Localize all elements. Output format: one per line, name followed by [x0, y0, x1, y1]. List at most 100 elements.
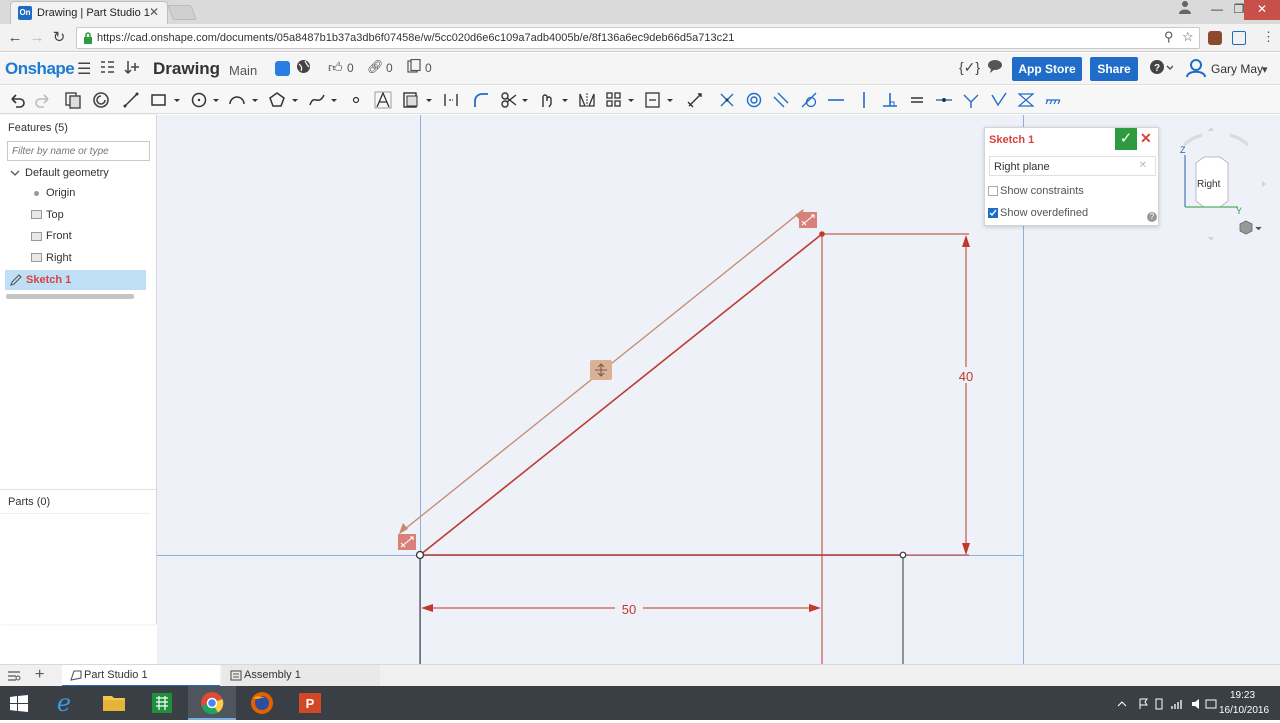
- clock-date[interactable]: 16/10/2016: [1219, 705, 1269, 716]
- circle-dropdown-icon[interactable]: [211, 91, 221, 109]
- equal-icon[interactable]: [908, 91, 926, 109]
- transform-tool-icon[interactable]: [644, 91, 662, 109]
- profile-icon[interactable]: [1172, 0, 1198, 20]
- globe-icon[interactable]: [296, 59, 311, 79]
- battery-icon[interactable]: [1155, 698, 1163, 710]
- default-geometry-folder[interactable]: Default geometry: [25, 167, 109, 179]
- sketch-plane-field[interactable]: Right plane ✕: [989, 156, 1156, 176]
- tab-part-studio-1[interactable]: Part Studio 1: [62, 665, 220, 687]
- user-avatar-icon[interactable]: [1186, 59, 1206, 82]
- feature-panel-scrollbar[interactable]: [6, 294, 134, 299]
- dialog-help-icon[interactable]: ?: [1147, 212, 1157, 222]
- paste-sketch-icon[interactable]: [92, 91, 110, 109]
- user-menu-chevron-icon[interactable]: ▾: [1262, 63, 1268, 76]
- cancel-x-icon[interactable]: ✕: [1140, 130, 1152, 147]
- link-icon[interactable]: 🔗︎: [367, 59, 384, 75]
- pattern-tool-icon[interactable]: [605, 91, 623, 109]
- midpoint-icon[interactable]: [935, 91, 953, 109]
- browser-tab[interactable]: On Drawing | Part Studio 1 ✕: [10, 1, 168, 24]
- polygon-dropdown-icon[interactable]: [290, 91, 300, 109]
- clock-time[interactable]: 19:23: [1230, 690, 1255, 701]
- pierce-icon[interactable]: [990, 91, 1008, 109]
- accept-check-icon[interactable]: ✓: [1115, 128, 1137, 150]
- undo-icon[interactable]: [8, 91, 26, 109]
- sketch-hypotenuse[interactable]: [419, 233, 823, 556]
- hamburger-menu-icon[interactable]: ☰: [77, 59, 91, 79]
- parallel-icon[interactable]: [772, 91, 790, 109]
- arc-dropdown-icon[interactable]: [250, 91, 260, 109]
- feature-sketch-1[interactable]: Sketch 1: [5, 270, 146, 290]
- pin-icon[interactable]: ⚲: [1164, 29, 1174, 45]
- windows-start-icon[interactable]: [10, 695, 28, 712]
- vertical-icon[interactable]: [855, 91, 873, 109]
- add-element-icon[interactable]: +: [35, 666, 44, 684]
- symmetric-icon[interactable]: [1017, 91, 1035, 109]
- rectangle-dropdown-icon[interactable]: [172, 91, 182, 109]
- insert-dropdown-icon[interactable]: [424, 91, 434, 109]
- coincident-icon[interactable]: [718, 91, 736, 109]
- firefox-icon[interactable]: [238, 686, 286, 720]
- vertex-point-right[interactable]: [899, 551, 907, 559]
- transform-dropdown-icon[interactable]: [665, 91, 675, 109]
- back-icon[interactable]: ←: [6, 29, 24, 47]
- horizontal-icon[interactable]: [827, 91, 845, 109]
- menu-kebab-icon[interactable]: ⋮: [1262, 29, 1275, 45]
- tab-close-icon[interactable]: ✕: [149, 5, 159, 19]
- branch-name[interactable]: Main: [229, 63, 257, 78]
- text-tool-icon[interactable]: [374, 91, 392, 109]
- keyboard-icon[interactable]: [1205, 699, 1217, 709]
- powerpoint-icon[interactable]: P: [286, 686, 334, 720]
- construction-icon[interactable]: [442, 91, 460, 109]
- feature-list-icon[interactable]: [99, 59, 115, 80]
- vertex-point-top[interactable]: [819, 231, 825, 237]
- version-graph-icon[interactable]: [275, 61, 290, 76]
- circle-tool-icon[interactable]: [190, 91, 208, 109]
- store-icon[interactable]: [138, 686, 186, 720]
- line-tool-icon[interactable]: [122, 91, 140, 109]
- tangent-icon[interactable]: [800, 91, 818, 109]
- polygon-tool-icon[interactable]: [268, 91, 286, 109]
- new-tab-button[interactable]: [167, 5, 197, 20]
- point-tool-icon[interactable]: [347, 91, 365, 109]
- perpendicular-icon[interactable]: [881, 91, 899, 109]
- share-button[interactable]: Share: [1090, 57, 1138, 81]
- feature-front[interactable]: Front: [46, 230, 72, 242]
- extension-camera-icon[interactable]: [1208, 31, 1222, 45]
- trim-dropdown-icon[interactable]: [520, 91, 530, 109]
- default-geometry-chevron-icon[interactable]: [10, 168, 20, 181]
- user-name[interactable]: Gary May: [1211, 62, 1263, 76]
- forward-icon[interactable]: →: [28, 29, 46, 47]
- normal-icon[interactable]: [962, 91, 980, 109]
- feature-right[interactable]: Right: [46, 252, 72, 264]
- like-icon[interactable]: 👍︎: [328, 59, 343, 76]
- dimension-horizontal-value[interactable]: 50: [622, 602, 636, 617]
- fix-icon[interactable]: [1044, 91, 1062, 109]
- dimension-vertical-value[interactable]: 40: [959, 369, 973, 384]
- view-cube[interactable]: Z Y: [1162, 125, 1272, 255]
- spline-tool-icon[interactable]: [308, 91, 326, 109]
- redo-icon[interactable]: [34, 91, 52, 109]
- action-center-flag-icon[interactable]: [1139, 698, 1148, 709]
- extension-pc-icon[interactable]: [1232, 31, 1246, 45]
- dimension-tool-icon[interactable]: [686, 91, 704, 109]
- feature-origin[interactable]: Origin: [46, 187, 75, 199]
- tab-assembly-1[interactable]: Assembly 1: [222, 665, 380, 687]
- onshape-logo[interactable]: Onshape: [5, 59, 75, 79]
- reload-icon[interactable]: ↻: [50, 29, 68, 47]
- app-store-button[interactable]: App Store: [1012, 57, 1082, 81]
- origin-point[interactable]: [415, 550, 425, 560]
- concentric-icon[interactable]: [745, 91, 763, 109]
- clear-plane-icon[interactable]: ✕: [1139, 160, 1147, 171]
- file-explorer-icon[interactable]: [90, 686, 138, 720]
- pattern-dropdown-icon[interactable]: [626, 91, 636, 109]
- show-constraints-checkbox[interactable]: [988, 186, 998, 196]
- internet-explorer-icon[interactable]: e: [40, 686, 88, 720]
- window-close-icon[interactable]: ✕: [1244, 0, 1280, 20]
- view-right-arrow-icon[interactable]: [1262, 181, 1266, 187]
- fillet-tool-icon[interactable]: [472, 91, 490, 109]
- show-overdefined-checkbox[interactable]: [988, 208, 998, 218]
- help-icon[interactable]: ?: [1149, 59, 1174, 80]
- comments-icon[interactable]: [987, 59, 1003, 78]
- use-tool-icon[interactable]: [538, 91, 556, 109]
- rectangle-tool-icon[interactable]: [150, 91, 168, 109]
